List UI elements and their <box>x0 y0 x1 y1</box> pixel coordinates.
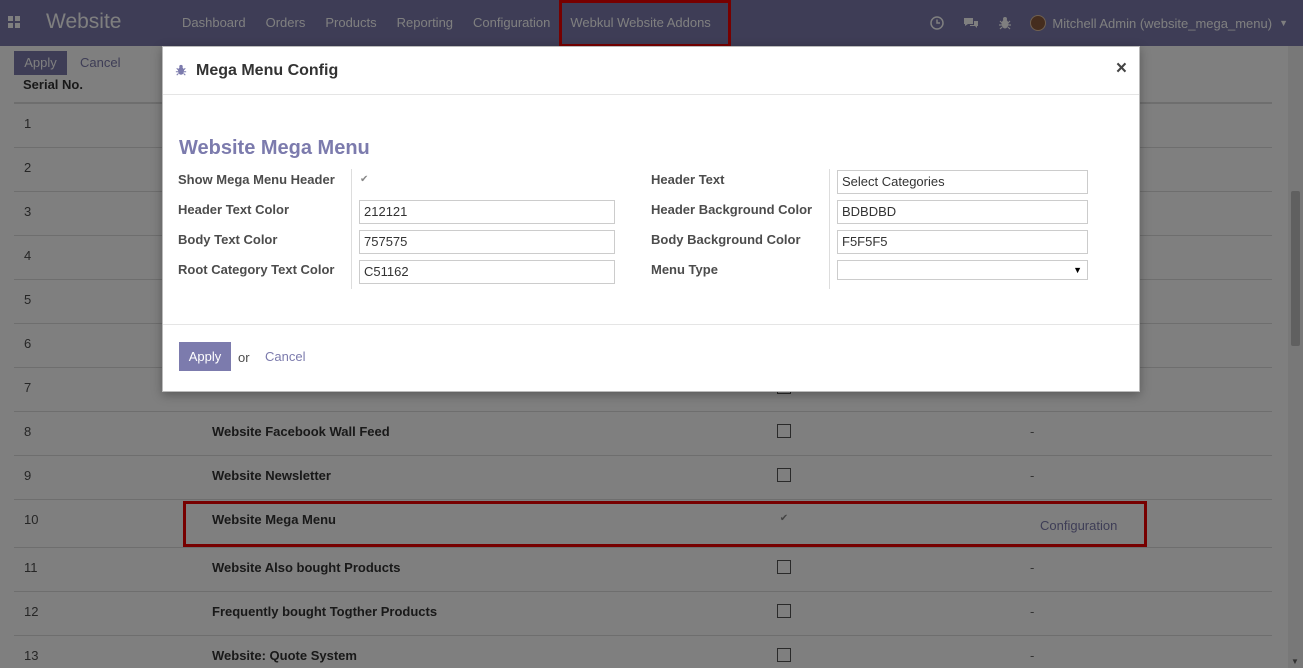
header-text-color-field[interactable]: 212121 <box>359 200 615 224</box>
divider <box>351 169 352 289</box>
label-menu-type: Menu Type <box>651 262 718 277</box>
dialog-apply-button[interactable]: Apply <box>179 342 231 371</box>
chevron-down-icon: ▼ <box>1073 265 1082 275</box>
root-category-color-field[interactable]: C51162 <box>359 260 615 284</box>
dialog-cancel-button[interactable]: Cancel <box>265 349 305 364</box>
body-text-color-field[interactable]: 757575 <box>359 230 615 254</box>
dialog-footer: Apply or Cancel <box>163 324 1139 392</box>
body-bg-color-field[interactable]: F5F5F5 <box>837 230 1088 254</box>
or-text: or <box>238 350 250 365</box>
dialog-title: Mega Menu Config <box>196 62 339 79</box>
close-icon[interactable]: × <box>1116 58 1127 80</box>
sheet-title: Website Mega Menu <box>179 137 370 159</box>
label-header-text-color: Header Text Color <box>178 202 290 217</box>
divider <box>829 169 830 289</box>
header-text-field[interactable]: Select Categories <box>837 170 1088 194</box>
show-header-checkbox[interactable]: ✔ <box>360 174 368 185</box>
label-header-bg-color: Header Background Color <box>651 202 813 217</box>
mega-menu-config-dialog: Mega Menu Config × Website Mega Menu Sho… <box>162 46 1140 392</box>
header-bg-color-field[interactable]: BDBDBD <box>837 200 1088 224</box>
dialog-header: Mega Menu Config × <box>163 47 1139 95</box>
label-body-bg-color: Body Background Color <box>651 232 801 247</box>
menu-type-select[interactable]: ▼ <box>837 260 1088 280</box>
label-body-text-color: Body Text Color <box>178 232 278 247</box>
bug-icon <box>175 64 187 76</box>
label-root-category-color: Root Category Text Color <box>178 262 335 277</box>
label-show-header: Show Mega Menu Header <box>178 172 335 187</box>
label-header-text: Header Text <box>651 172 725 187</box>
